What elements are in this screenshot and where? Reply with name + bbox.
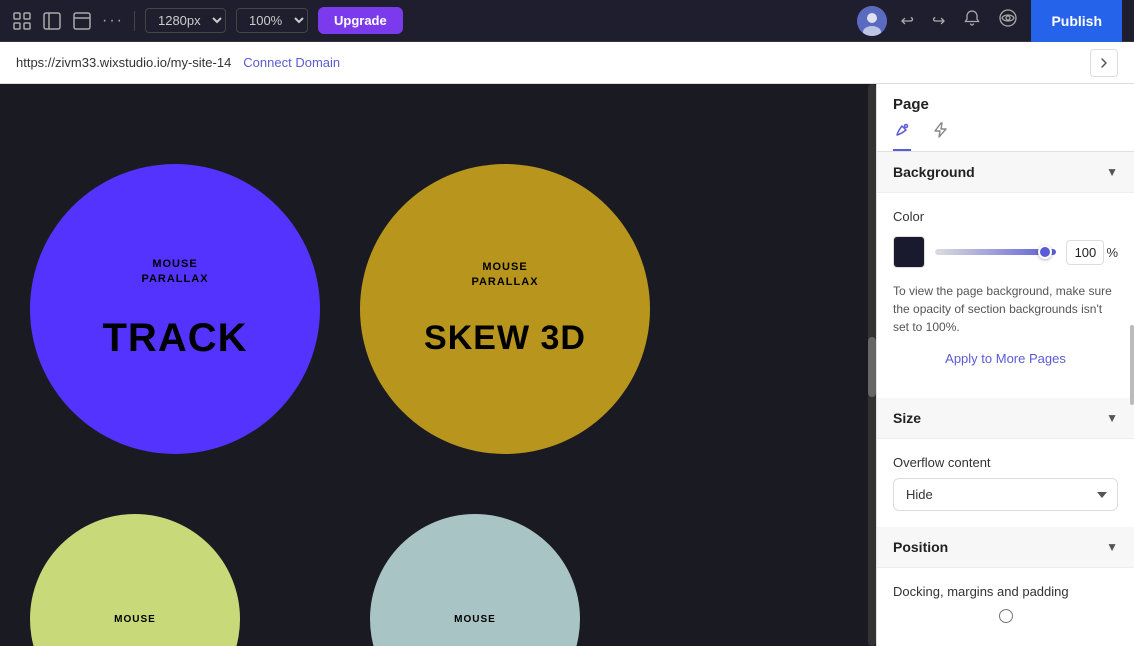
undo-button[interactable]: ↩ <box>897 7 918 35</box>
size-section-header[interactable]: Size ▼ <box>877 398 1134 439</box>
overflow-label: Overflow content <box>893 455 1118 470</box>
background-section-title: Background <box>893 164 975 180</box>
resolution-select[interactable]: 1280px <box>145 8 226 33</box>
circle-purple-label: MOUSEPARALLAX <box>141 257 208 286</box>
circle-gold-title: SKEW 3D <box>424 319 586 358</box>
panels-icon[interactable] <box>42 11 62 31</box>
color-label: Color <box>893 209 1118 224</box>
more-options-button[interactable]: ··· <box>102 12 124 30</box>
docking-radio-wrap <box>893 609 1118 623</box>
collapse-panel-button[interactable] <box>1090 49 1118 77</box>
circle-teal-label: MOUSE <box>454 613 496 626</box>
tab-lightning[interactable] <box>931 121 949 151</box>
opacity-percent-label: % <box>1106 245 1118 260</box>
size-section-content: Overflow content Hide Show Scroll <box>877 439 1134 527</box>
circle-green[interactable]: MOUSE <box>30 514 240 646</box>
panel-body: Background ▼ Color 100 % To view the pa <box>877 152 1134 646</box>
circle-teal[interactable]: MOUSE <box>370 514 580 646</box>
apply-to-more-pages-link[interactable]: Apply to More Pages <box>945 351 1066 366</box>
grid-icon[interactable] <box>12 11 32 31</box>
size-section-title: Size <box>893 410 921 426</box>
canvas-scrollbar[interactable] <box>868 84 876 646</box>
url-text: https://zivm33.wixstudio.io/my-site-14 <box>16 55 231 70</box>
preview-button[interactable] <box>995 5 1021 36</box>
opacity-slider-thumb[interactable] <box>1038 245 1052 259</box>
position-chevron-icon: ▼ <box>1106 540 1118 554</box>
opacity-input[interactable]: 100 <box>1066 240 1104 265</box>
opacity-slider[interactable] <box>935 249 1056 255</box>
apply-link-wrap: Apply to More Pages <box>893 350 1118 368</box>
circle-gold[interactable]: MOUSEPARALLAX SKEW 3D <box>360 164 650 454</box>
circle-gold-label: MOUSEPARALLAX <box>471 260 538 289</box>
topbar-left: ··· 1280px 100% Upgrade <box>12 7 403 34</box>
zoom-select[interactable]: 100% <box>236 8 308 33</box>
upgrade-button[interactable]: Upgrade <box>318 7 403 34</box>
panel-title: Page <box>877 84 1134 113</box>
canvas-scrollbar-thumb[interactable] <box>868 337 876 397</box>
opacity-input-wrap: 100 % <box>1066 240 1118 265</box>
topbar: ··· 1280px 100% Upgrade ↩ ↪ Publish <box>0 0 1134 42</box>
connect-domain-link[interactable]: Connect Domain <box>243 55 340 70</box>
size-chevron-icon: ▼ <box>1106 411 1118 425</box>
background-info-text: To view the page background, make sure t… <box>893 282 1118 336</box>
separator <box>134 11 135 31</box>
color-row: 100 % <box>893 236 1118 268</box>
redo-button[interactable]: ↪ <box>928 7 949 35</box>
background-section-content: Color 100 % To view the page background,… <box>877 193 1134 398</box>
canvas-content: MOUSEPARALLAX TRACK MOUSEPARALLAX SKEW 3… <box>0 84 876 646</box>
docking-label: Docking, margins and padding <box>893 584 1118 599</box>
position-section-title: Position <box>893 539 948 555</box>
circle-purple[interactable]: MOUSEPARALLAX TRACK <box>30 164 320 454</box>
urlbar: https://zivm33.wixstudio.io/my-site-14 C… <box>0 42 1134 84</box>
right-panel: Page Background ▼ Color <box>876 84 1134 646</box>
docking-radio[interactable] <box>999 609 1013 623</box>
color-swatch[interactable] <box>893 236 925 268</box>
position-section-header[interactable]: Position ▼ <box>877 527 1134 568</box>
panel-scroll-indicator[interactable] <box>1130 325 1134 405</box>
overflow-select[interactable]: Hide Show Scroll <box>893 478 1118 511</box>
background-chevron-icon: ▼ <box>1106 165 1118 179</box>
sidebar-icon[interactable] <box>72 11 92 31</box>
background-section-header[interactable]: Background ▼ <box>877 152 1134 193</box>
panel-tabs <box>877 113 1134 152</box>
circle-green-label: MOUSE <box>114 613 156 626</box>
avatar[interactable] <box>857 6 887 36</box>
canvas[interactable]: MOUSEPARALLAX TRACK MOUSEPARALLAX SKEW 3… <box>0 84 876 646</box>
topbar-right: ↩ ↪ Publish <box>857 0 1122 42</box>
notifications-button[interactable] <box>959 5 985 36</box>
position-section-content: Docking, margins and padding <box>877 568 1134 646</box>
tab-design[interactable] <box>893 121 911 151</box>
main-layout: MOUSEPARALLAX TRACK MOUSEPARALLAX SKEW 3… <box>0 84 1134 646</box>
publish-button[interactable]: Publish <box>1031 0 1122 42</box>
circle-purple-title: TRACK <box>103 316 248 361</box>
